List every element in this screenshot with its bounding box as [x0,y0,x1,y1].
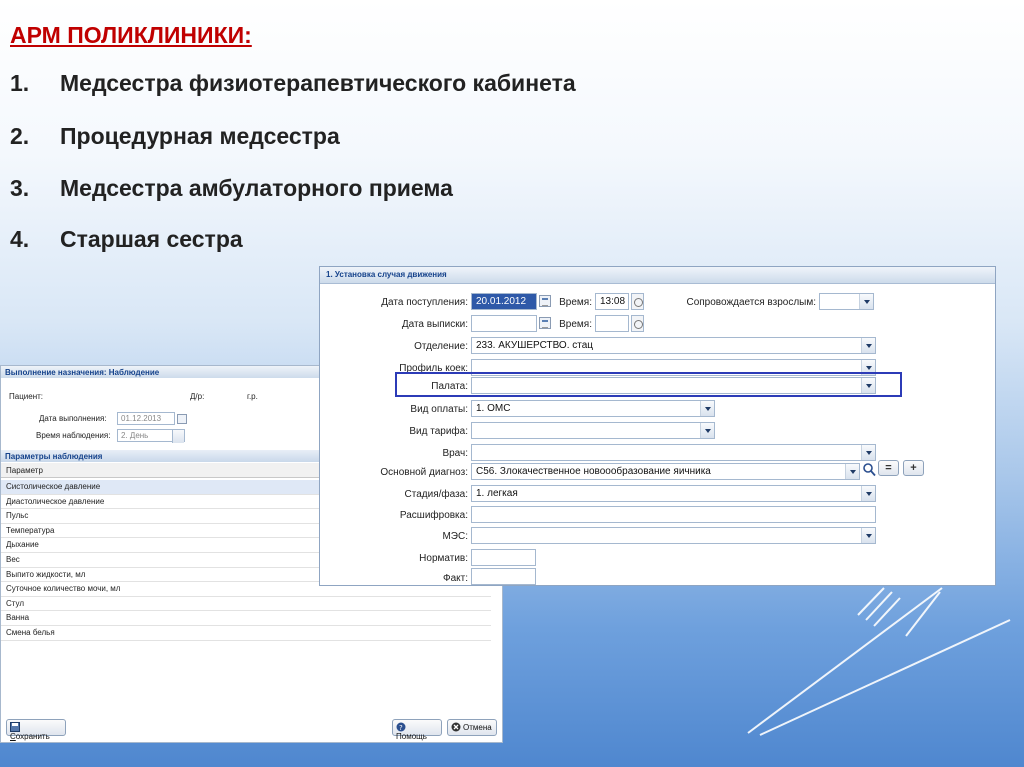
search-icon[interactable] [862,462,876,477]
decoding-label: Расшифровка: [399,510,468,521]
mes-select[interactable] [471,527,876,544]
chevron-down-icon[interactable] [861,338,875,353]
accompanied-label: Сопровождается взрослым: [686,297,816,308]
calendar-icon[interactable] [539,295,551,307]
chevron-down-icon[interactable] [172,430,184,443]
payment-select[interactable]: 1. ОМС [471,400,715,417]
diagnosis-label: Основной диагноз: [380,467,468,478]
chevron-down-icon[interactable] [861,528,875,543]
save-button[interactable]: Сохранить [6,719,66,741]
equals-button[interactable]: = [878,460,899,476]
execution-date-field[interactable]: 01.12.2013 [117,412,175,425]
observation-time-select[interactable]: 2. День [117,429,185,443]
admission-date-label: Дата поступления: [381,297,468,308]
list-item: 1. Медсестра физиотерапевтического кабине… [10,70,576,96]
chevron-down-icon[interactable] [859,294,873,309]
calendar-icon[interactable] [177,414,187,424]
discharge-time-field[interactable] [595,315,629,332]
chevron-down-icon[interactable] [700,423,714,438]
save-icon [10,722,20,732]
stage-select[interactable]: 1. легкая [471,485,876,502]
list-item: 3. Медсестра амбулаторного приема [10,175,453,201]
admission-time-field[interactable]: 13:08 [595,293,629,310]
stage-label: Стадия/фаза: [404,489,468,500]
tariff-label: Вид тарифа: [409,426,468,437]
discharge-date-label: Дата выписки: [401,319,468,330]
time-label: Время: [559,297,592,308]
table-row[interactable]: Смена белья [1,626,491,641]
list-item: 4. Старшая сестра [10,226,243,252]
decoding-field[interactable] [471,506,876,523]
year-label: г.р. [247,392,258,401]
svg-text:?: ? [399,724,403,732]
doctor-label: Врач: [442,448,468,459]
movement-case-form: 1. Установка случая движения Дата поступ… [319,266,996,586]
form-title: 1. Установка случая движения [320,267,995,284]
table-row[interactable]: Ванна [1,611,491,626]
diagnosis-select[interactable]: С56. Злокачественное новоообразование яи… [471,463,860,480]
discharge-time-label: Время: [559,319,592,330]
cancel-button[interactable]: Отмена [447,719,497,736]
table-row[interactable]: Стул [1,597,491,612]
norm-field[interactable] [471,549,536,566]
mes-label: МЭС: [442,531,468,542]
chevron-down-icon[interactable] [700,401,714,416]
chevron-down-icon[interactable] [861,445,875,460]
accompanied-select[interactable] [819,293,874,310]
discharge-date-field[interactable] [471,315,537,332]
ward-select[interactable] [471,377,876,394]
department-select[interactable]: 233. АКУШЕРСТВО. стац [471,337,876,354]
admission-date-field[interactable]: 20.01.2012 [471,293,537,310]
patient-label: Пациент: [9,392,44,401]
norm-label: Норматив: [419,553,468,564]
dob-label: Д/р: [190,392,205,401]
chevron-down-icon[interactable] [845,464,859,479]
clock-icon[interactable] [631,293,644,310]
department-label: Отделение: [414,341,468,352]
ward-label: Палата: [431,381,468,392]
tariff-select[interactable] [471,422,715,439]
list-item: 2. Процедурная медсестра [10,123,340,149]
chevron-down-icon[interactable] [861,486,875,501]
add-diagnosis-button[interactable]: + [903,460,924,476]
observation-time-label: Время наблюдения: [36,431,111,440]
fact-label: Факт: [442,573,468,584]
help-button[interactable]: ? Помощь [392,719,442,741]
doctor-select[interactable] [471,444,876,461]
chevron-down-icon[interactable] [861,378,875,393]
fact-field[interactable] [471,568,536,585]
calendar-icon[interactable] [539,317,551,329]
cancel-icon [451,722,461,732]
clock-icon[interactable] [631,315,644,332]
help-icon: ? [396,722,406,732]
slide-title: АРМ ПОЛИКЛИНИКИ: [10,22,252,48]
payment-label: Вид оплаты: [410,404,468,415]
execution-date-label: Дата выполнения: [39,414,107,423]
